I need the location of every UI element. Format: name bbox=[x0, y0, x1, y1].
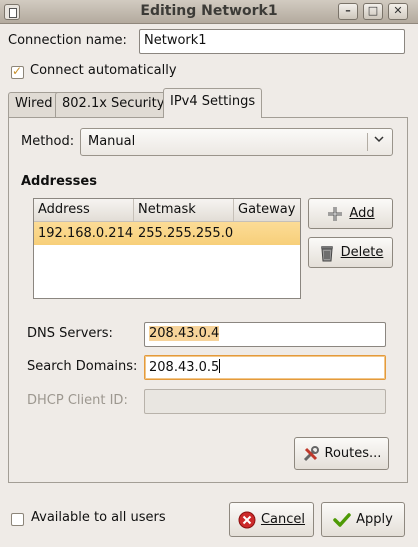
table-row[interactable]: 192.168.0.214 255.255.255.0 bbox=[34, 222, 300, 245]
available-to-all-users-checkbox[interactable] bbox=[11, 513, 24, 526]
trash-icon bbox=[318, 244, 336, 262]
table-header: Address Netmask Gateway bbox=[34, 199, 300, 222]
cell-netmask[interactable]: 255.255.255.0 bbox=[134, 222, 237, 245]
network-editor-window: Editing Network1 – □ ✕ Connection name: … bbox=[0, 0, 418, 547]
dns-servers-label: DNS Servers: bbox=[27, 326, 113, 341]
connection-name-input[interactable]: Network1 bbox=[139, 29, 405, 54]
tab-ipv4-settings[interactable]: IPv4 Settings bbox=[163, 88, 263, 118]
maximize-icon[interactable]: □ bbox=[363, 3, 383, 20]
delete-label: Delete bbox=[340, 245, 384, 260]
method-value: Manual bbox=[88, 134, 136, 149]
cancel-label: Cancel bbox=[260, 512, 306, 527]
search-domains-value: 208.43.0.5 bbox=[149, 360, 220, 375]
ipv4-settings-panel bbox=[8, 117, 408, 483]
connect-automatically-label: Connect automatically bbox=[30, 63, 177, 78]
connection-name-label: Connection name: bbox=[8, 33, 127, 48]
addresses-table[interactable]: Address Netmask Gateway 192.168.0.214 25… bbox=[33, 198, 301, 299]
routes-button[interactable]: Routes... bbox=[294, 437, 389, 470]
text-caret bbox=[219, 359, 221, 373]
dns-servers-value: 208.43.0.4 bbox=[149, 326, 220, 341]
add-label: Add bbox=[349, 206, 375, 221]
dns-servers-input[interactable]: 208.43.0.4 bbox=[144, 322, 386, 347]
tab-8021x-security[interactable]: 802.1x Security bbox=[55, 92, 172, 117]
tools-icon bbox=[302, 445, 320, 463]
cancel-button[interactable]: Cancel bbox=[229, 502, 314, 537]
title-bar: Editing Network1 – □ ✕ bbox=[0, 0, 418, 24]
combo-separator bbox=[367, 133, 368, 151]
tab-8021x-label: 802.1x Security bbox=[62, 96, 165, 111]
tab-wired[interactable]: Wired bbox=[8, 92, 60, 117]
method-label: Method: bbox=[21, 134, 75, 149]
dhcp-client-id-input bbox=[144, 389, 386, 414]
addresses-heading: Addresses bbox=[21, 174, 97, 189]
available-to-all-users-label: Available to all users bbox=[31, 510, 166, 525]
add-button[interactable]: Add bbox=[308, 198, 393, 229]
cell-gateway[interactable] bbox=[234, 222, 242, 245]
search-domains-input[interactable]: 208.43.0.5 bbox=[144, 355, 386, 380]
close-icon[interactable]: ✕ bbox=[388, 3, 408, 20]
dhcp-client-id-label: DHCP Client ID: bbox=[27, 393, 128, 408]
cell-address[interactable]: 192.168.0.214 bbox=[34, 222, 137, 245]
apply-button[interactable]: Apply bbox=[321, 502, 405, 537]
add-icon bbox=[326, 205, 344, 223]
delete-button[interactable]: Delete bbox=[308, 237, 393, 268]
apply-label: Apply bbox=[356, 512, 393, 527]
tab-ipv4-label: IPv4 Settings bbox=[170, 94, 256, 109]
column-header-gateway[interactable]: Gateway bbox=[233, 199, 300, 222]
search-domains-label: Search Domains: bbox=[27, 359, 138, 374]
tab-wired-label: Wired bbox=[15, 96, 53, 111]
routes-label: Routes... bbox=[324, 446, 382, 461]
column-header-address[interactable]: Address bbox=[34, 199, 132, 222]
column-header-netmask[interactable]: Netmask bbox=[133, 199, 232, 222]
method-dropdown[interactable]: Manual bbox=[80, 128, 393, 156]
minimize-icon[interactable]: – bbox=[338, 3, 358, 20]
chevron-down-icon bbox=[373, 133, 385, 148]
cancel-icon bbox=[238, 511, 256, 529]
connect-automatically-checkbox[interactable] bbox=[11, 64, 24, 79]
checkmark-icon bbox=[333, 511, 351, 529]
